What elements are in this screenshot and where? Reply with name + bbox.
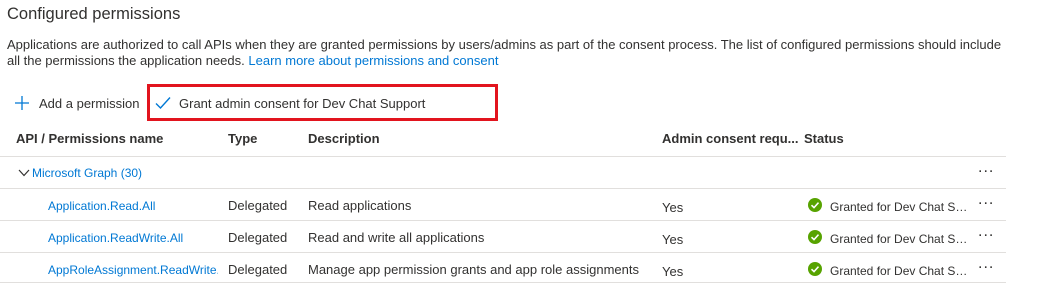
admin-consent-required: Yes (662, 200, 684, 215)
plus-icon (14, 95, 30, 111)
permission-type: Delegated (228, 198, 288, 213)
permission-description: Read and write all applications (308, 230, 485, 245)
header-status[interactable]: Status (804, 131, 844, 146)
check-circle-icon (808, 198, 822, 215)
status-text: Granted for Dev Chat Su... (830, 231, 968, 246)
header-type[interactable]: Type (228, 131, 257, 146)
group-row-microsoft-graph: Microsoft Graph (30) ... (0, 156, 1006, 188)
permission-name-link[interactable]: Application.Read.All (48, 199, 218, 213)
table-bottom-divider (0, 282, 1006, 283)
status-text: Granted for Dev Chat Su... (830, 263, 968, 278)
table-row: Application.Read.All Delegated Read appl… (0, 188, 1006, 220)
learn-more-link[interactable]: Learn more about permissions and consent (248, 53, 498, 68)
more-options-button[interactable]: ... (978, 224, 1000, 241)
group-toggle[interactable]: Microsoft Graph (30) (18, 166, 142, 180)
permission-description: Read applications (308, 198, 412, 213)
more-options-button[interactable]: ... (978, 192, 1000, 209)
check-circle-icon (808, 230, 822, 247)
add-permission-button[interactable]: Add a permission (14, 93, 139, 113)
admin-consent-required: Yes (662, 232, 684, 247)
highlight-box (147, 84, 498, 121)
page-title: Configured permissions (7, 5, 181, 23)
status-cell: Granted for Dev Chat Su... (808, 230, 968, 247)
description-text: Applications are authorized to call APIs… (7, 37, 1002, 68)
more-options-button[interactable]: ... (978, 160, 1000, 177)
permission-description: Manage app permission grants and app rol… (308, 262, 639, 277)
check-circle-icon (808, 262, 822, 279)
chevron-down-icon (18, 166, 32, 180)
status-text: Granted for Dev Chat Su... (830, 199, 968, 214)
admin-consent-required: Yes (662, 264, 684, 279)
more-options-button[interactable]: ... (978, 256, 1000, 273)
permission-type: Delegated (228, 230, 288, 245)
table-row: Application.ReadWrite.All Delegated Read… (0, 220, 1006, 252)
header-admin-consent[interactable]: Admin consent requ... (662, 131, 798, 146)
header-api[interactable]: API / Permissions name (16, 131, 163, 146)
table-row: AppRoleAssignment.ReadWrite. Delegated M… (0, 252, 1006, 284)
add-permission-label: Add a permission (39, 95, 140, 111)
group-label: Microsoft Graph (30) (32, 166, 143, 180)
status-cell: Granted for Dev Chat Su... (808, 262, 968, 279)
table-header: API / Permissions name Type Description … (0, 128, 1006, 154)
status-cell: Granted for Dev Chat Su... (808, 198, 968, 215)
section-description: Applications are authorized to call APIs… (7, 37, 1007, 69)
permission-name-link[interactable]: Application.ReadWrite.All (48, 231, 218, 245)
header-description[interactable]: Description (308, 131, 380, 146)
permission-name-link[interactable]: AppRoleAssignment.ReadWrite. (48, 263, 218, 277)
permission-type: Delegated (228, 262, 288, 277)
